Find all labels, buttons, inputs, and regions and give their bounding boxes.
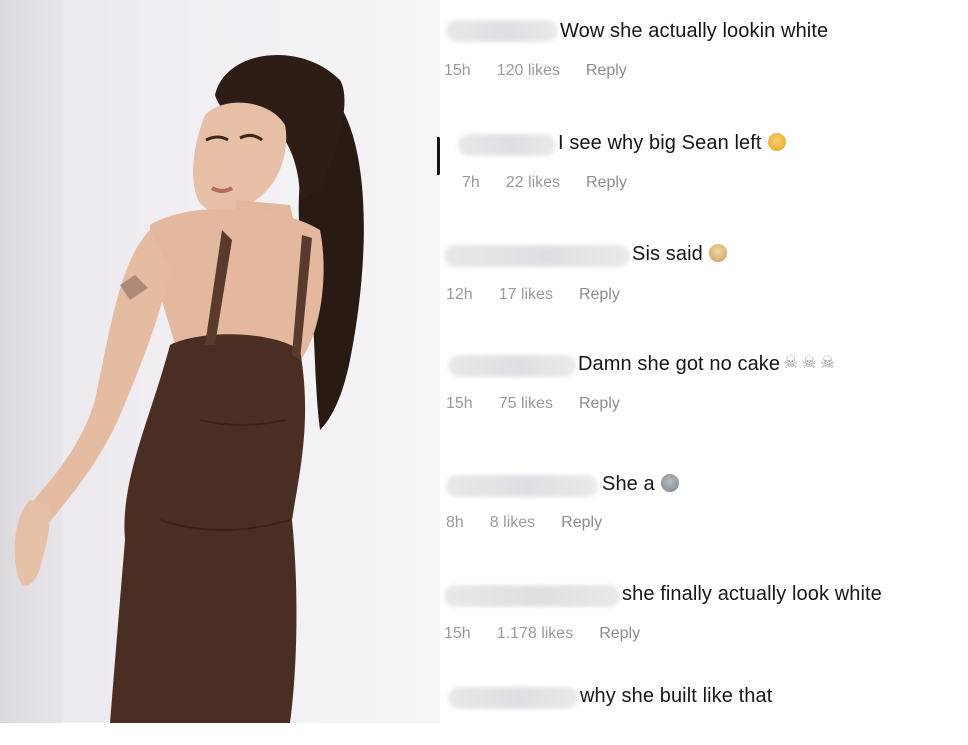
reply-button[interactable]: Reply [579,286,620,303]
comment-meta: 12h 17 likes Reply [446,286,620,304]
photo-panel [0,0,440,723]
redacted-username [448,687,578,709]
comment-text: I see why big Sean left [558,132,786,155]
comment-text: why she built like that [580,685,773,707]
comment-time: 15h [444,62,471,79]
comment-item: she finally actually look white 15h 1.178… [440,563,968,643]
comment-likes[interactable]: 22 likes [506,174,560,191]
redacted-username [446,20,558,42]
comment-item: I see why big Sean left 7h 22 likes Reply [440,112,968,192]
comment-meta: 15h 120 likes Reply [444,62,627,80]
comment-time: 15h [444,625,471,642]
woman-photo [14,54,364,723]
skull-crossbones-emoji-icon: ☠ [783,352,799,372]
comment-likes[interactable]: 1.178 likes [497,625,574,642]
alien-emoji-icon [660,473,679,492]
comment-text-body: I see why big Sean left [558,132,762,154]
comment-item: why she built like that [440,665,968,745]
comment-time: 8h [446,514,464,531]
hand [14,500,50,586]
comment-meta: 8h 8 likes Reply [446,514,602,532]
reply-button[interactable]: Reply [586,62,627,79]
comment-likes[interactable]: 75 likes [499,395,553,412]
comment-meta: 15h 1.178 likes Reply [444,625,640,643]
redacted-username [446,475,598,497]
comment-text: Wow she actually lookin white [560,20,829,42]
comment-likes[interactable]: 120 likes [497,62,560,79]
skull-crossbones-emoji-icon: ☠ [801,352,817,372]
comment-item: Sis said 12h 17 likes Reply [440,225,968,305]
reply-button[interactable]: Reply [586,174,627,191]
reply-button[interactable]: Reply [561,514,602,531]
comment-text: Damn she got no cake ☠ ☠ ☠ [578,353,835,376]
comment-time: 15h [446,395,473,412]
comment-text: she finally actually look white [622,583,882,605]
comment-meta: 7h 22 likes Reply [462,174,627,192]
redacted-username [458,134,556,156]
comment-text: She a [602,473,679,496]
comment-item: She a 8h 8 likes Reply [440,455,968,535]
comment-meta: 15h 75 likes Reply [446,395,620,413]
comment-text: Sis said [632,243,727,266]
comment-time: 12h [446,286,473,303]
redacted-username [444,245,630,267]
comment-text-body: Sis said [632,243,703,265]
redacted-username [448,355,576,377]
comment-likes[interactable]: 17 likes [499,286,553,303]
redacted-username [444,585,620,607]
comment-likes[interactable]: 8 likes [490,514,535,531]
cake-emoji-icon [708,243,727,262]
reply-button[interactable]: Reply [579,395,620,412]
comment-item: Wow she actually lookin white 15h 120 lik… [440,0,968,80]
comment-text-body: She a [602,473,655,495]
comment-time: 7h [462,174,480,191]
face [193,102,287,212]
comment-text-body: Damn she got no cake [578,353,781,375]
laughing-crying-emoji-icon [767,132,786,151]
reply-button[interactable]: Reply [599,625,640,642]
comment-item: Damn she got no cake ☠ ☠ ☠ 15h 75 likes Reply [440,333,968,413]
skull-crossbones-emoji-icon: ☠ [819,352,836,372]
comment-list: Wow she actually lookin white 15h 120 lik… [440,0,968,723]
